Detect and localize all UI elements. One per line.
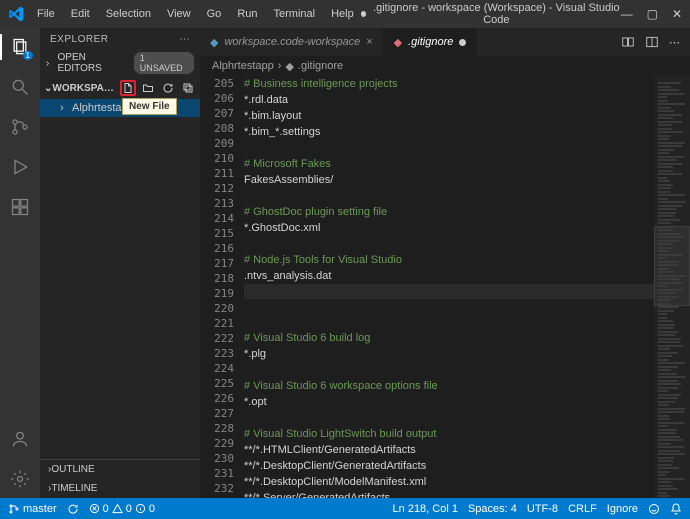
breadcrumb[interactable]: Alphrtestapp › ◆ .gitignore xyxy=(200,56,690,76)
compare-icon[interactable] xyxy=(621,35,635,49)
explorer-label: EXPLORER xyxy=(50,34,108,45)
chevron-right-icon: › xyxy=(278,60,282,72)
notifications-bell-icon[interactable] xyxy=(670,503,682,515)
outline-label: OUTLINE xyxy=(51,464,94,475)
menu-view[interactable]: View xyxy=(160,5,198,23)
minimap[interactable] xyxy=(654,76,690,498)
explorer-more-icon[interactable]: ⋯ xyxy=(180,34,191,45)
branch-name: master xyxy=(23,503,57,515)
tab-label: .gitignore xyxy=(408,36,453,48)
search-icon[interactable] xyxy=(9,76,31,98)
cursor-position[interactable]: Ln 218, Col 1 xyxy=(393,503,458,515)
chevron-right-icon: › xyxy=(60,102,72,114)
menu-terminal[interactable]: Terminal xyxy=(267,5,323,23)
dirty-dot-icon xyxy=(459,39,466,46)
sync-status[interactable] xyxy=(67,503,79,515)
menu-run[interactable]: Run xyxy=(230,5,264,23)
code-editor[interactable]: # Business intelligence projects *.rdl.d… xyxy=(244,76,654,498)
timeline-label: TIMELINE xyxy=(51,483,97,494)
explorer-badge: 1 xyxy=(23,51,33,60)
settings-gear-icon[interactable] xyxy=(9,468,31,490)
menu-file[interactable]: File xyxy=(30,5,62,23)
warning-count: 0 xyxy=(126,503,132,515)
chevron-down-icon: ⌄ xyxy=(44,83,52,94)
file-icon: ◆ xyxy=(285,60,293,73)
feedback-icon[interactable] xyxy=(648,503,660,515)
menu-help[interactable]: Help xyxy=(324,5,361,23)
activity-bar: 1 xyxy=(0,28,40,498)
title-bar: FileEditSelectionViewGoRunTerminalHelp .… xyxy=(0,0,690,28)
open-editors-label: OPEN EDITORS xyxy=(58,52,130,74)
extensions-icon[interactable] xyxy=(9,196,31,218)
dirty-dot-icon xyxy=(361,11,366,17)
close-tab-icon[interactable]: × xyxy=(366,36,372,48)
editor-area: ◆workspace.code-workspace×◆.gitignore ⋯ … xyxy=(200,28,690,498)
minimap-viewport[interactable] xyxy=(654,226,690,306)
run-debug-icon[interactable] xyxy=(9,156,31,178)
vscode-icon xyxy=(8,6,24,22)
unsaved-badge: 1 UNSAVED xyxy=(134,52,194,74)
split-editor-icon[interactable] xyxy=(645,35,659,49)
breadcrumb-file[interactable]: .gitignore xyxy=(298,60,343,72)
new-folder-button[interactable] xyxy=(140,80,156,96)
more-icon[interactable]: ⋯ xyxy=(669,36,680,49)
menu-go[interactable]: Go xyxy=(200,5,229,23)
error-count: 0 xyxy=(103,503,109,515)
indentation-status[interactable]: Spaces: 4 xyxy=(468,503,517,515)
tab--gitignore[interactable]: ◆ .gitignore xyxy=(384,28,478,56)
refresh-button[interactable] xyxy=(160,80,176,96)
open-editors-section[interactable]: › OPEN EDITORS 1 UNSAVED xyxy=(40,49,200,77)
accounts-icon[interactable] xyxy=(9,428,31,450)
info-count: 0 xyxy=(149,503,155,515)
window-title-text: .gitignore - workspace (Workspace) - Vis… xyxy=(372,2,620,26)
file-icon: ◆ xyxy=(394,36,402,49)
tab-label: workspace.code-workspace xyxy=(224,36,360,48)
status-bar: master 0 0 0 Ln 218, Col 1 Spaces: 4 UTF… xyxy=(0,498,690,519)
problems-status[interactable]: 0 0 0 xyxy=(89,503,155,515)
explorer-icon[interactable]: 1 xyxy=(9,36,31,58)
encoding-status[interactable]: UTF-8 xyxy=(527,503,558,515)
tab-workspace-code-workspace[interactable]: ◆ workspace.code-workspace × xyxy=(200,28,384,56)
breadcrumb-root[interactable]: Alphrtestapp xyxy=(212,60,274,72)
source-control-icon[interactable] xyxy=(9,116,31,138)
language-mode[interactable]: Ignore xyxy=(607,503,638,515)
file-icon: ◆ xyxy=(210,36,218,49)
menu-bar: FileEditSelectionViewGoRunTerminalHelp xyxy=(30,5,361,23)
line-gutter[interactable]: 205 206 207 208 209 210 211 212 213 214 … xyxy=(200,76,244,498)
branch-status[interactable]: master xyxy=(8,503,57,515)
tab-bar: ◆ workspace.code-workspace × ◆ .gitignore ⋯ xyxy=(200,28,690,56)
sidebar: EXPLORER ⋯ › OPEN EDITORS 1 UNSAVED ⌄ WO… xyxy=(40,28,200,498)
menu-edit[interactable]: Edit xyxy=(64,5,97,23)
close-button[interactable]: ✕ xyxy=(672,7,682,21)
new-file-button[interactable]: New File xyxy=(120,80,136,96)
maximize-button[interactable]: ▢ xyxy=(647,7,658,21)
new-file-tooltip: New File xyxy=(122,98,177,115)
timeline-section[interactable]: ›TIMELINE xyxy=(40,479,200,498)
eol-status[interactable]: CRLF xyxy=(568,503,597,515)
workspace-section[interactable]: ⌄ WORKSPACE (WORKS... New File xyxy=(40,77,200,99)
minimize-button[interactable]: — xyxy=(621,7,633,21)
outline-section[interactable]: ›OUTLINE xyxy=(40,460,200,479)
menu-selection[interactable]: Selection xyxy=(99,5,158,23)
window-title: .gitignore - workspace (Workspace) - Vis… xyxy=(361,2,621,26)
workspace-label: WORKSPACE (WORKS... xyxy=(52,83,120,94)
collapse-all-button[interactable] xyxy=(180,80,196,96)
chevron-right-icon: › xyxy=(46,58,58,69)
